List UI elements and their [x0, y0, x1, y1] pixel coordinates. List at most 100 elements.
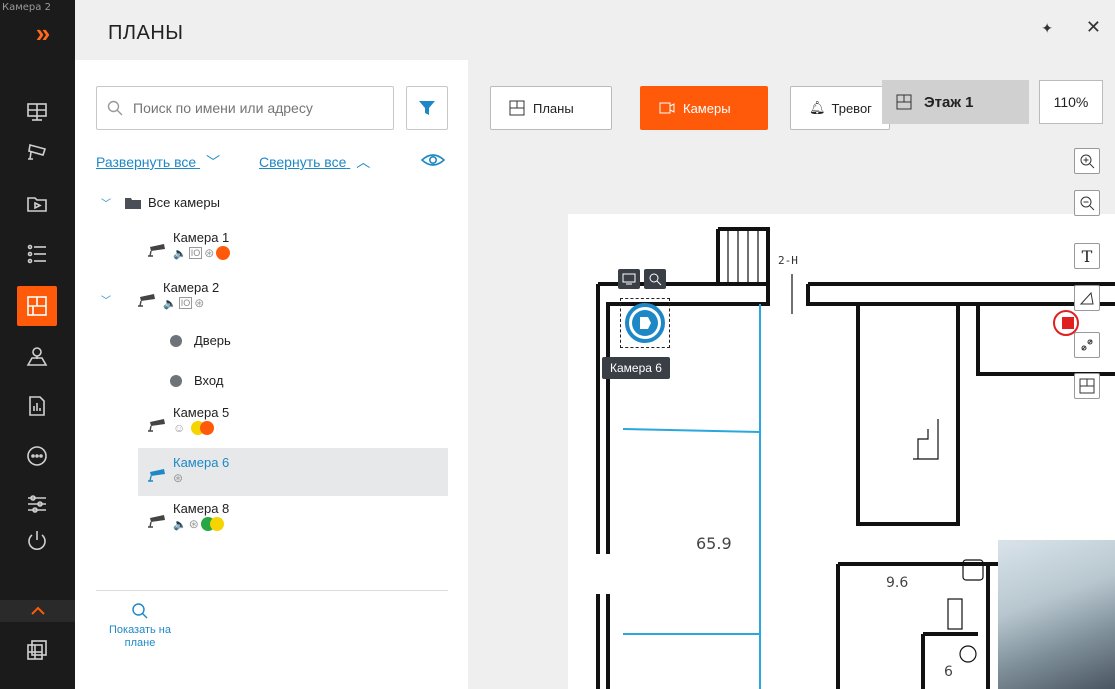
filter-button[interactable] [406, 86, 448, 130]
reports-icon[interactable] [17, 386, 57, 426]
map-label: 9.6 [886, 575, 908, 591]
analytics-brain-icon: ⊛ [188, 517, 199, 531]
more-icon[interactable] [17, 436, 57, 476]
settings-sliders-icon[interactable] [17, 484, 57, 524]
tree-root[interactable]: ﹀ Все камеры [101, 195, 220, 210]
plans-tab-label: Планы [533, 100, 574, 116]
camera-marker-selection[interactable] [620, 298, 670, 348]
plans-icon [509, 100, 525, 116]
chevron-down-icon[interactable]: ﹀ [101, 292, 111, 307]
camera-icon[interactable] [17, 132, 57, 172]
map-label: 2-Н [778, 254, 798, 267]
camera-icon [138, 294, 155, 307]
camera-features: 🔈 IO ⊛ [173, 246, 231, 260]
monitor-icon[interactable] [618, 269, 640, 289]
status-dot-yellow [209, 517, 224, 531]
status-dot-orange [216, 246, 231, 260]
analytics-brain-icon: ⊛ [204, 246, 215, 260]
expand-rail-icon[interactable]: » [20, 18, 60, 48]
chevron-down-icon: ﹀ [206, 154, 221, 170]
plans-icon [896, 94, 912, 110]
plans-tab-button[interactable]: Планы [490, 86, 612, 130]
tree-item-door[interactable]: Дверь [170, 333, 231, 348]
chevron-up-icon [30, 606, 45, 615]
status-dot-orange [200, 421, 215, 435]
camera-icon [148, 244, 165, 257]
tree-item-camera-2[interactable]: ﹀ Камера 2 🔈 IO ⊛ [101, 280, 219, 310]
text-tool-icon[interactable]: T [1074, 243, 1100, 269]
camera-video-preview[interactable] [998, 540, 1115, 689]
floor-label: Этаж 1 [924, 93, 974, 111]
show-on-plan-label: Показать на плане [108, 624, 171, 649]
zoom-level[interactable]: 110% [1039, 80, 1103, 124]
close-icon[interactable]: ✕ [1086, 17, 1101, 38]
left-rail: Камера 2 » [0, 0, 75, 689]
divider [96, 590, 448, 591]
camera-icon [148, 419, 165, 432]
search-icon [107, 100, 123, 116]
camera-features: ☺ [173, 421, 229, 435]
camera-list-panel: Развернуть все ﹀ Свернуть все ︿ ﹀ Все ка… [75, 60, 468, 689]
layout-tool-icon[interactable] [1074, 373, 1100, 399]
chevron-up-icon: ︿ [356, 154, 371, 170]
archive-icon[interactable] [17, 184, 57, 224]
bell-icon: 🔔︎ [809, 100, 826, 115]
expand-all-label: Развернуть все [96, 154, 197, 170]
chevron-down-icon[interactable]: ﹀ [101, 195, 111, 210]
audio-icon: 🔈 [173, 518, 187, 531]
sensor-dot [170, 334, 182, 347]
camera-name: Камера 8 [173, 501, 230, 516]
tree-item-camera-8[interactable]: Камера 8 🔈 ⊛ [147, 501, 229, 531]
camera-features: 🔈 IO ⊛ [163, 296, 219, 310]
cameras-tab-button[interactable]: Камеры [640, 86, 768, 130]
tree-item-camera-5[interactable]: Камера 5 ☺ [147, 405, 229, 435]
plans-icon[interactable] [17, 286, 57, 326]
zoom-in-icon[interactable] [1074, 148, 1100, 174]
io-icon: IO [188, 247, 203, 259]
expand-all-link[interactable]: Развернуть все ﹀ [96, 152, 220, 172]
zoom-search-icon[interactable] [644, 269, 666, 289]
face-detection-icon: ☺ [173, 421, 186, 435]
windows-layout-icon[interactable] [17, 630, 57, 670]
camera-tooltip: Камера 6 [602, 357, 670, 379]
video-camera-icon [659, 102, 675, 114]
map-label: 6 [944, 664, 953, 680]
camera-marker-icon [625, 303, 665, 343]
zoom-out-icon[interactable] [1074, 190, 1100, 216]
floor-selector[interactable]: Этаж 1 [882, 80, 1029, 124]
collapse-rail-button[interactable] [0, 600, 75, 622]
cameras-tab-label: Камеры [683, 100, 731, 116]
monitoring-icon[interactable] [17, 92, 57, 132]
tree-item-camera-1[interactable]: Камера 1 🔈 IO ⊛ [147, 230, 231, 260]
link-tool-icon[interactable] [1074, 332, 1100, 358]
page-title: ПЛАНЫ [108, 22, 184, 44]
alarms-tab-label: Тревог [831, 100, 872, 116]
analytics-brain-icon: ⊛ [173, 471, 184, 485]
map-label: 65.9 [696, 534, 732, 553]
folder-icon [125, 197, 141, 209]
tree-root-label: Все камеры [148, 195, 220, 210]
show-on-plan-button[interactable]: Показать на плане [105, 602, 175, 650]
search-input[interactable] [133, 100, 373, 116]
camera-name: Камера 5 [173, 405, 230, 420]
eye-icon[interactable] [420, 152, 446, 173]
alarms-tab-button[interactable]: 🔔︎ Тревог [790, 86, 890, 130]
panel-header: ПЛАНЫ ✦ ✕ [75, 0, 1115, 60]
collapse-all-label: Свернуть все [259, 154, 347, 170]
collapse-all-link[interactable]: Свернуть все ︿ [259, 152, 370, 172]
camera-name: Камера 6 [173, 455, 230, 470]
map-location-icon[interactable] [17, 336, 57, 376]
camera-name: Камера 2 [163, 280, 220, 295]
plan-view: Планы Камеры 🔔︎ Тревог Этаж 1 110% 2-Н 6… [468, 60, 1115, 689]
tree-item-camera-6[interactable]: Камера 6 ⊛ [147, 455, 229, 485]
power-icon[interactable] [17, 520, 57, 560]
audio-icon: 🔈 [163, 297, 177, 310]
polygon-tool-icon[interactable] [1074, 285, 1100, 311]
tree-item-entrance[interactable]: Вход [170, 373, 223, 388]
sensor-label: Вход [194, 373, 224, 388]
camera-name: Камера 1 [173, 230, 230, 245]
events-list-icon[interactable] [17, 234, 57, 274]
pin-icon[interactable]: ✦ [1041, 20, 1053, 37]
app-window: Камера 2 » ПЛАНЫ ✦ ✕ Поиск по имени или … [0, 0, 1115, 689]
io-icon: IO [178, 297, 193, 309]
